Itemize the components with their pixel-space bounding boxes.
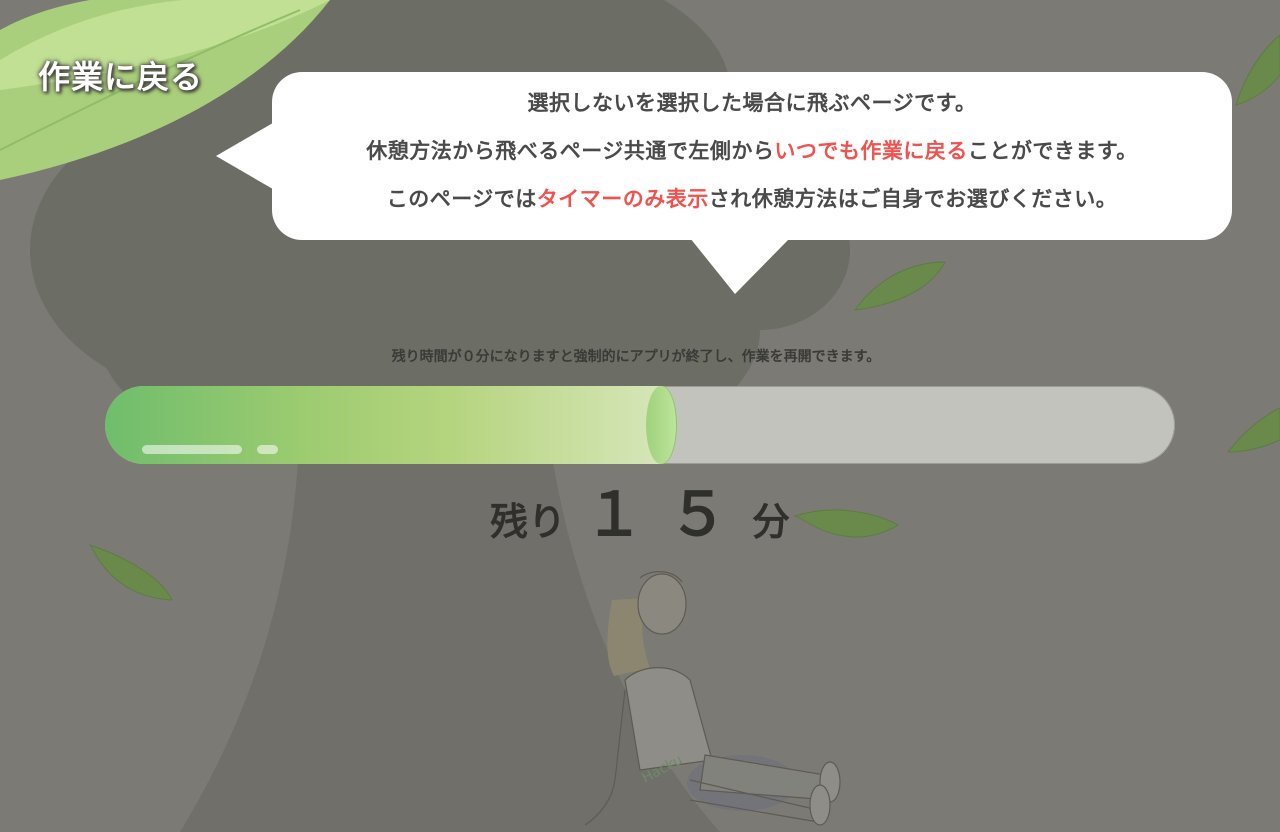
progress-highlight-dot — [257, 445, 278, 454]
timer-progress-bar — [105, 386, 1175, 464]
speech-bubble: 選択しないを選択した場合に飛ぶページです。 休憩方法から飛べるページ共通で左側か… — [272, 72, 1232, 240]
back-to-work-button[interactable]: 作業に戻る — [38, 52, 203, 98]
bubble-text: ことができます。 — [967, 139, 1138, 163]
bubble-text: このページでは — [386, 187, 537, 211]
timer-notice: 残り時間が０分になりますと強制的にアプリが終了し、作業を再開できます。 — [391, 349, 881, 365]
bubble-line-3: このページではタイマーのみ表示され休憩方法はご自身でお選びください。 — [272, 183, 1232, 231]
progress-highlight — [142, 445, 242, 454]
remaining-value: １５ — [584, 480, 752, 550]
remaining-unit: 分 — [752, 500, 791, 544]
bubble-text: され休憩方法はご自身でお選びください。 — [708, 187, 1118, 211]
bubble-highlight: いつでも作業に戻る — [774, 139, 968, 163]
bubble-line-1: 選択しないを選択した場合に飛ぶページです。 — [272, 87, 1232, 135]
bubble-text: 選択しないを選択した場合に飛ぶページです。 — [527, 91, 977, 115]
bubble-line-2: 休憩方法から飛べるページ共通で左側からいつでも作業に戻ることができます。 — [272, 135, 1232, 183]
remaining-time: 残り １５分 — [0, 466, 1280, 553]
timer-progress-cap — [646, 386, 676, 464]
bubble-highlight: タイマーのみ表示 — [536, 187, 709, 211]
bubble-text: 休憩方法から飛べるページ共通で左側から — [366, 139, 775, 163]
remaining-prefix: 残り — [489, 500, 566, 544]
